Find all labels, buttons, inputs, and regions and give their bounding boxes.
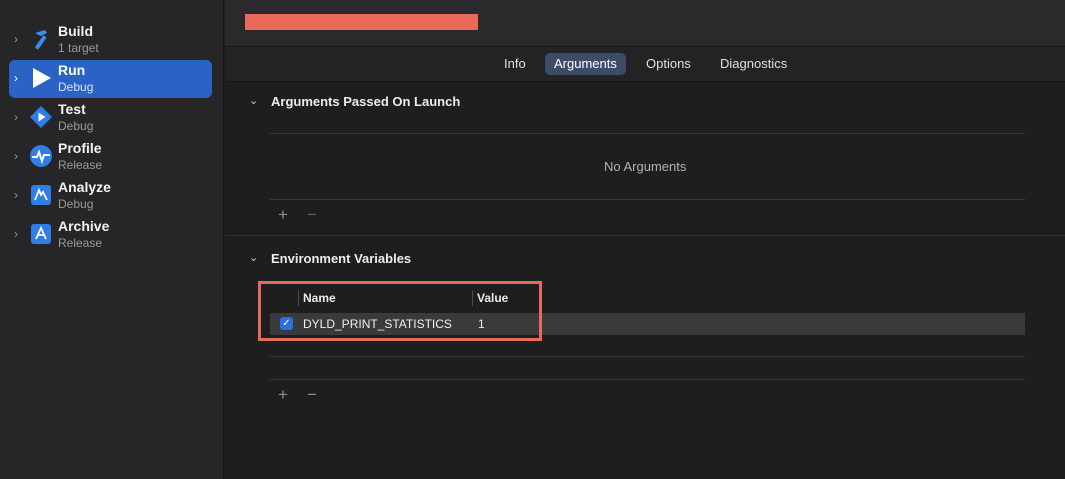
remove-env-var-button[interactable]: −	[307, 386, 317, 403]
sidebar-item-title: Profile	[58, 140, 102, 156]
play-icon	[29, 66, 53, 90]
sidebar-item-title: Test	[58, 101, 86, 117]
chevron-right-icon[interactable]: ›	[14, 109, 24, 125]
sidebar-item-subtitle: Debug	[58, 80, 94, 94]
remove-argument-button[interactable]: −	[307, 206, 317, 223]
chevron-right-icon[interactable]: ›	[14, 148, 24, 164]
sidebar-item-subtitle: Debug	[58, 119, 94, 133]
sidebar-item-title: Analyze	[58, 179, 111, 195]
chevron-down-icon[interactable]: ⌄	[249, 94, 258, 107]
chevron-down-icon[interactable]: ⌄	[249, 251, 258, 264]
scheme-title-bar	[225, 0, 1065, 47]
arguments-section-title[interactable]: Arguments Passed On Launch	[271, 94, 460, 109]
divider	[270, 199, 1025, 200]
environment-section-title[interactable]: Environment Variables	[271, 251, 411, 266]
sidebar-item-run[interactable]: › Run Debug	[9, 60, 212, 98]
sidebar-item-title: Run	[58, 62, 86, 78]
tab-diagnostics[interactable]: Diagnostics	[711, 53, 796, 75]
sidebar-item-subtitle: Release	[58, 236, 103, 250]
add-env-var-button[interactable]: +	[278, 386, 288, 403]
sidebar-item-subtitle: Release	[58, 158, 103, 172]
chevron-right-icon[interactable]: ›	[14, 187, 24, 203]
tab-bar: Info Arguments Options Diagnostics	[225, 47, 1065, 82]
tab-options[interactable]: Options	[637, 53, 700, 75]
sidebar-item-build[interactable]: › Build 1 target	[9, 21, 212, 59]
sidebar-item-subtitle: 1 target	[58, 41, 99, 55]
chevron-right-icon[interactable]: ›	[14, 70, 24, 86]
sidebar-item-analyze[interactable]: › Analyze Debug	[9, 177, 212, 215]
gauge-icon	[29, 144, 53, 168]
sidebar-item-archive[interactable]: › Archive Release	[9, 216, 212, 254]
analyze-icon	[29, 183, 53, 207]
tab-arguments[interactable]: Arguments	[545, 53, 626, 75]
sidebar-item-title: Archive	[58, 218, 110, 234]
chevron-right-icon[interactable]: ›	[14, 226, 24, 242]
annotation-highlight-box	[258, 281, 542, 341]
divider	[270, 379, 1025, 380]
divider	[270, 356, 1025, 357]
divider	[270, 133, 1025, 134]
diamond-play-icon	[29, 105, 53, 129]
sidebar-item-profile[interactable]: › Profile Release	[9, 138, 212, 176]
sidebar-item-test[interactable]: › Test Debug	[9, 99, 212, 137]
sidebar-item-subtitle: Debug	[58, 197, 94, 211]
no-arguments-label: No Arguments	[604, 159, 687, 174]
scheme-action-sidebar: › Build 1 target › Run Debug › Test Debu…	[0, 0, 224, 479]
hammer-icon	[29, 27, 53, 51]
add-argument-button[interactable]: +	[278, 206, 288, 223]
chevron-right-icon[interactable]: ›	[14, 31, 24, 47]
section-divider	[225, 235, 1065, 236]
archive-icon	[29, 222, 53, 246]
redacted-scheme-name	[245, 14, 478, 30]
tab-info[interactable]: Info	[495, 53, 535, 75]
sidebar-item-title: Build	[58, 23, 93, 39]
